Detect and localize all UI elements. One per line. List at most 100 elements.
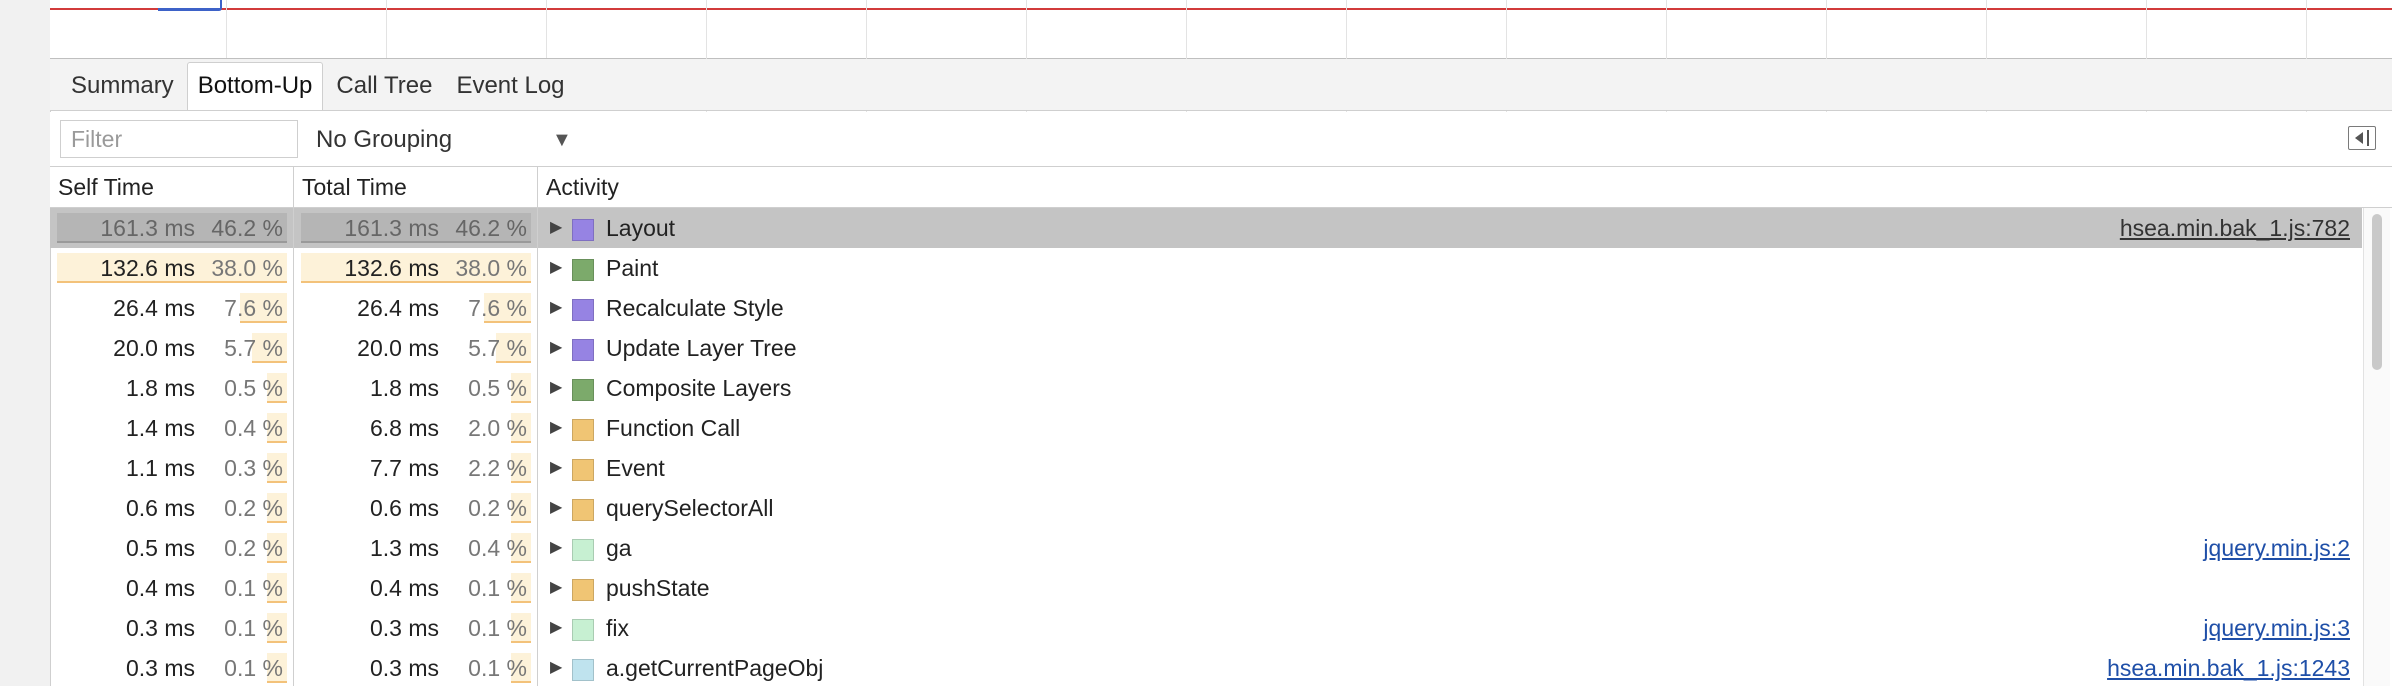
expand-triangle-icon[interactable]: ▶ [550,528,562,568]
expand-triangle-icon[interactable]: ▶ [550,288,562,328]
tab-event-log[interactable]: Event Log [445,62,575,110]
activity-cell: ▶ ga jquery.min.js:2 [538,528,2362,568]
expand-triangle-icon[interactable]: ▶ [550,648,562,686]
activity-name: Update Layer Tree [606,335,797,361]
expand-triangle-icon[interactable]: ▶ [550,328,562,368]
activity-cell: ▶ Layout hsea.min.bak_1.js:782 [538,208,2362,248]
self-time-cell: 0.5 ms 0.2 % [50,528,294,568]
self-time-cell: 1.4 ms 0.4 % [50,408,294,448]
timeline-selection-marker [158,0,222,11]
column-header-activity[interactable]: Activity [538,167,2392,207]
tab-summary[interactable]: Summary [60,62,185,110]
total-time-cell: 1.3 ms 0.4 % [294,528,538,568]
column-header-self-time[interactable]: Self Time [50,167,294,207]
activity-name: querySelectorAll [606,495,774,521]
self-time-cell: 20.0 ms 5.7 % [50,328,294,368]
activity-cell: ▶ a.getCurrentPageObj hsea.min.bak_1.js:… [538,648,2362,686]
self-time-cell: 26.4 ms 7.6 % [50,288,294,328]
details-tabbar: Summary Bottom-Up Call Tree Event Log [50,59,2392,111]
self-time-ms: 0.3 ms [125,615,195,641]
scrollbar-thumb[interactable] [2372,214,2382,370]
source-link[interactable]: hsea.min.bak_1.js:1243 [2107,648,2350,686]
table-row[interactable]: 0.6 ms 0.2 % 0.6 ms 0.2 % ▶ querySelecto… [50,488,2362,528]
self-time-ms: 0.6 ms [125,495,195,521]
self-time-ms: 0.4 ms [125,575,195,601]
timeline-overview[interactable] [50,0,2392,59]
self-time-cell: 1.8 ms 0.5 % [50,368,294,408]
self-time-ms: 0.3 ms [125,655,195,681]
table-row[interactable]: 20.0 ms 5.7 % 20.0 ms 5.7 % ▶ Update Lay… [50,328,2362,368]
self-time-percent: 0.4 % [224,415,283,441]
self-time-cell: 161.3 ms 46.2 % [50,208,294,248]
expand-triangle-icon[interactable]: ▶ [550,608,562,648]
total-time-ms: 0.3 ms [369,615,439,641]
table-row[interactable]: 0.4 ms 0.1 % 0.4 ms 0.1 % ▶ pushState [50,568,2362,608]
tab-call-tree[interactable]: Call Tree [325,62,443,110]
vertical-scrollbar[interactable] [2363,208,2390,686]
self-time-ms: 132.6 ms [100,255,195,281]
category-color-swatch [572,379,594,401]
tab-bottom-up[interactable]: Bottom-Up [186,62,324,110]
expand-triangle-icon[interactable]: ▶ [550,368,562,408]
activity-name: Function Call [606,415,741,441]
table-row[interactable]: 1.4 ms 0.4 % 6.8 ms 2.0 % ▶ Function Cal… [50,408,2362,448]
category-color-swatch [572,659,594,681]
expand-triangle-icon[interactable]: ▶ [550,488,562,528]
table-row[interactable]: 161.3 ms 46.2 % 161.3 ms 46.2 % ▶ Layout… [50,208,2362,248]
show-sidebar-icon[interactable] [2348,126,2376,150]
column-header-total-time[interactable]: Total Time [294,167,538,207]
bottom-up-toolbar: No Grouping ▼ [50,112,2392,167]
total-time-ms: 1.3 ms [369,535,439,561]
category-color-swatch [572,619,594,641]
self-time-ms: 1.8 ms [125,375,195,401]
grouping-select[interactable]: No Grouping ▼ [316,124,576,156]
total-time-percent: 0.1 % [468,655,527,681]
table-row[interactable]: 1.8 ms 0.5 % 1.8 ms 0.5 % ▶ Composite La… [50,368,2362,408]
total-time-percent: 5.7 % [468,335,527,361]
grouping-select-value: No Grouping [316,126,453,153]
activity-name: Composite Layers [606,375,792,401]
activity-name: a.getCurrentPageObj [606,655,824,681]
activity-cell: ▶ pushState [538,568,2362,608]
dropdown-triangle-icon: ▼ [552,129,572,151]
table-row[interactable]: 1.1 ms 0.3 % 7.7 ms 2.2 % ▶ Event [50,448,2362,488]
table-row[interactable]: 0.3 ms 0.1 % 0.3 ms 0.1 % ▶ a.getCurrent… [50,648,2362,686]
filter-input[interactable] [60,120,298,158]
activity-cell: ▶ Recalculate Style [538,288,2362,328]
source-link[interactable]: hsea.min.bak_1.js:782 [2120,208,2350,248]
source-link[interactable]: jquery.min.js:2 [2203,528,2350,568]
source-link[interactable]: jquery.min.js:3 [2203,608,2350,648]
activity-name: Paint [606,255,659,281]
total-time-percent: 38.0 % [455,255,527,281]
total-time-cell: 0.3 ms 0.1 % [294,608,538,648]
total-time-percent: 2.2 % [468,455,527,481]
table-row[interactable]: 132.6 ms 38.0 % 132.6 ms 38.0 % ▶ Paint [50,248,2362,288]
expand-triangle-icon[interactable]: ▶ [550,408,562,448]
table-row[interactable]: 0.5 ms 0.2 % 1.3 ms 0.4 % ▶ ga jquery.mi… [50,528,2362,568]
total-time-ms: 1.8 ms [369,375,439,401]
total-time-ms: 0.3 ms [369,655,439,681]
total-time-cell: 7.7 ms 2.2 % [294,448,538,488]
table-row[interactable]: 26.4 ms 7.6 % 26.4 ms 7.6 % ▶ Recalculat… [50,288,2362,328]
total-time-percent: 46.2 % [455,215,527,241]
activity-name: ga [606,535,632,561]
self-time-percent: 0.2 % [224,535,283,561]
table-row[interactable]: 0.3 ms 0.1 % 0.3 ms 0.1 % ▶ fix jquery.m… [50,608,2362,648]
total-time-ms: 0.4 ms [369,575,439,601]
expand-triangle-icon[interactable]: ▶ [550,248,562,288]
self-time-percent: 0.1 % [224,575,283,601]
self-time-ms: 20.0 ms [113,335,195,361]
activity-cell: ▶ Function Call [538,408,2362,448]
expand-triangle-icon[interactable]: ▶ [550,568,562,608]
activity-cell: ▶ Event [538,448,2362,488]
expand-triangle-icon[interactable]: ▶ [550,208,562,248]
self-time-percent: 0.2 % [224,495,283,521]
expand-triangle-icon[interactable]: ▶ [550,448,562,488]
category-color-swatch [572,539,594,561]
total-time-ms: 161.3 ms [344,215,439,241]
activity-name: Layout [606,215,676,241]
total-time-ms: 20.0 ms [357,335,439,361]
total-time-cell: 20.0 ms 5.7 % [294,328,538,368]
data-grid-header: Self Time Total Time Activity [50,167,2392,208]
total-time-percent: 0.1 % [468,615,527,641]
